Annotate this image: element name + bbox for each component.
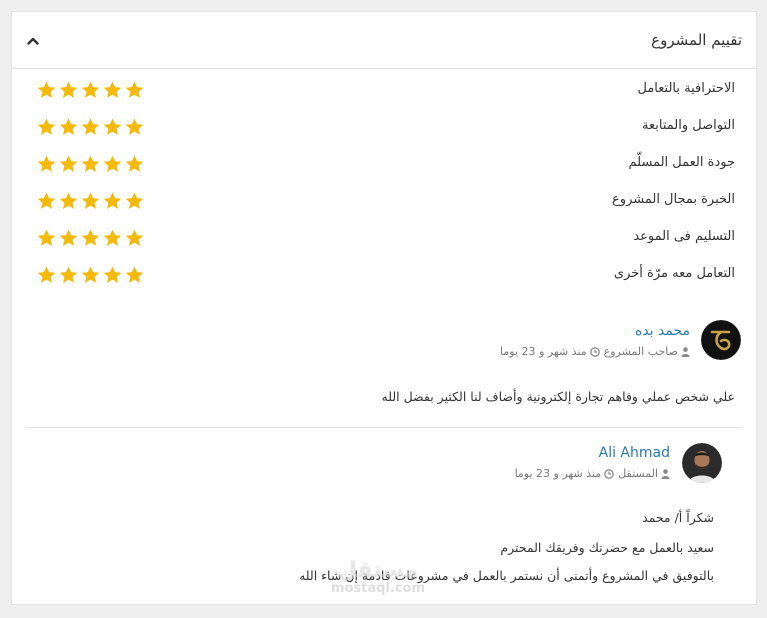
star-rating (36, 117, 145, 137)
star-icon (37, 192, 56, 209)
star-rating (36, 80, 145, 100)
star-icon (59, 81, 78, 98)
star-icon (81, 81, 100, 98)
rating-row: الخبرة بمجال المشروع (12, 191, 756, 215)
user-icon (661, 468, 670, 479)
star-icon (125, 192, 144, 209)
review-text-line: شكراً أ/ محمد (642, 510, 714, 525)
star-icon (103, 81, 122, 98)
star-icon (81, 155, 100, 172)
panel-title: تقييم المشروع (651, 31, 742, 49)
user-icon (681, 346, 690, 357)
rating-row: التواصل والمتابعة (12, 117, 756, 141)
review-text-line: سعيد بالعمل مع حضرتك وفريقك المحترم (500, 540, 714, 555)
reviewer-role-text: صاحب المشروع (603, 345, 678, 358)
star-icon (37, 81, 56, 98)
reviewer-role: صاحب المشروع (604, 345, 690, 358)
rating-label: جودة العمل المسلّم (628, 155, 735, 170)
star-icon (125, 81, 144, 98)
reviewer-role: المستقل (618, 467, 670, 480)
star-icon (103, 229, 122, 246)
star-icon (37, 155, 56, 172)
rating-row: الاحترافية بالتعامل (12, 80, 756, 104)
divider (25, 427, 743, 428)
rating-label: التواصل والمتابعة (642, 118, 735, 133)
star-icon (125, 229, 144, 246)
star-icon (125, 155, 144, 172)
watermark: مستقل mostaql.com (318, 560, 438, 596)
watermark-url: mostaql.com (330, 581, 426, 596)
star-icon (37, 118, 56, 135)
reviewer-role-text: المستقل (618, 467, 658, 480)
star-icon (103, 155, 122, 172)
review-text-line: علي شخص عملي وفاهم تجارة إلكترونية وأضاف… (381, 389, 736, 404)
avatar[interactable] (701, 320, 741, 360)
watermark-logo: مستقل (337, 558, 419, 583)
star-icon (59, 266, 78, 283)
reviewer-name-link[interactable]: Ali Ahmad (599, 445, 670, 461)
rating-label: الخبرة بمجال المشروع (612, 192, 735, 207)
review-meta: المستقل منذ شهر و 23 يوما (515, 467, 670, 480)
rating-row: التسليم فى الموعد (12, 228, 756, 252)
review-time: منذ شهر و 23 يوما (515, 467, 615, 480)
star-rating (36, 265, 145, 285)
star-icon (37, 266, 56, 283)
review-time-text: منذ شهر و 23 يوما (500, 345, 587, 358)
clock-icon (589, 346, 600, 357)
rating-label: الاحترافية بالتعامل (637, 81, 735, 96)
project-rating-panel: تقييم المشروع الاحترافية بالتعامل التواص… (11, 11, 757, 605)
rating-row: جودة العمل المسلّم (12, 154, 756, 178)
company-logo-icon (701, 320, 741, 360)
chevron-up-icon (27, 37, 39, 45)
star-icon (59, 155, 78, 172)
panel-header: تقييم المشروع (12, 12, 756, 69)
review-time: منذ شهر و 23 يوما (500, 345, 600, 358)
star-rating (36, 228, 145, 248)
star-icon (125, 266, 144, 283)
star-icon (81, 118, 100, 135)
star-icon (59, 118, 78, 135)
star-icon (103, 192, 122, 209)
avatar[interactable] (682, 443, 722, 483)
star-icon (81, 266, 100, 283)
rating-label: التعامل معه مرّة أخرى (613, 266, 735, 281)
star-icon (59, 229, 78, 246)
star-rating (36, 154, 145, 174)
reviewer-name-link[interactable]: محمد بده (635, 323, 690, 339)
review-meta: صاحب المشروع منذ شهر و 23 يوما (500, 345, 690, 358)
rating-row: التعامل معه مرّة أخرى (12, 265, 756, 289)
review-time-text: منذ شهر و 23 يوما (514, 467, 602, 480)
star-icon (81, 229, 100, 246)
star-rating (36, 191, 145, 211)
clock-icon (604, 468, 615, 479)
user-photo-icon (682, 443, 722, 483)
star-icon (103, 266, 122, 283)
rating-label: التسليم فى الموعد (633, 229, 735, 244)
star-icon (81, 192, 100, 209)
star-icon (125, 118, 144, 135)
star-icon (37, 229, 56, 246)
star-icon (103, 118, 122, 135)
star-icon (59, 192, 78, 209)
collapse-button[interactable] (26, 33, 40, 47)
